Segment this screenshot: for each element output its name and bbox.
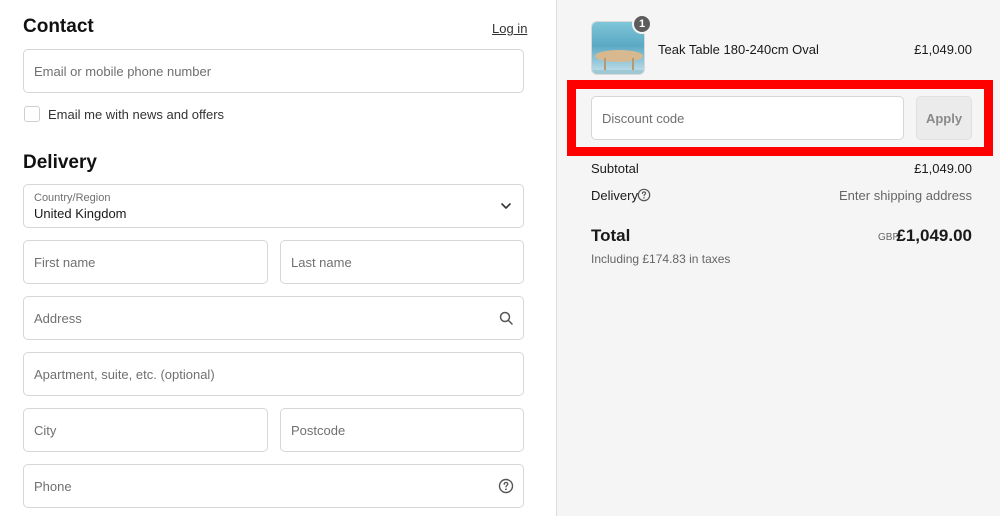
phone-placeholder: Phone [34,478,72,494]
delivery-label: Delivery [591,188,638,203]
last-name-field[interactable]: Last name [280,240,524,284]
email-field[interactable]: Email or mobile phone number [23,49,524,93]
total-value: £1,049.00 [896,226,972,245]
address-field[interactable]: Address [23,296,524,340]
delivery-value: Enter shipping address [839,188,972,203]
city-placeholder: City [34,422,57,438]
address-placeholder: Address [34,310,82,326]
postcode-placeholder: Postcode [291,422,346,438]
help-circle-icon[interactable] [498,478,514,494]
first-name-field[interactable]: First name [23,240,268,284]
product-price: £1,049.00 [914,42,972,57]
postcode-field[interactable]: Postcode [280,408,524,452]
country-label: Country/Region [34,191,111,204]
delivery-heading: Delivery [23,152,97,173]
chevron-down-icon [501,203,511,209]
product-name: Teak Table 180-240cm Oval [658,42,819,57]
search-icon [499,311,513,325]
newsletter-label: Email me with news and offers [48,107,225,122]
total-label: Total [591,226,631,245]
country-select[interactable]: Country/Region United Kingdom [23,184,524,228]
phone-field[interactable]: Phone [23,464,524,508]
city-field[interactable]: City [23,408,268,452]
highlight-box [567,80,993,156]
quantity-badge: 1 [632,14,652,34]
newsletter-checkbox[interactable] [24,106,40,122]
taxes-note: Including £174.83 in taxes [591,252,731,266]
contact-heading: Contact [23,16,94,37]
subtotal-label: Subtotal [591,161,639,176]
country-value: United Kingdom [34,205,127,221]
apartment-field[interactable]: Apartment, suite, etc. (optional) [23,352,524,396]
apartment-placeholder: Apartment, suite, etc. (optional) [34,366,215,382]
checkout-form-panel: Contact Log in Email or mobile phone num… [0,0,557,516]
login-link[interactable]: Log in [492,21,527,36]
email-placeholder: Email or mobile phone number [34,63,212,79]
last-name-placeholder: Last name [291,254,352,270]
subtotal-value: £1,049.00 [914,161,972,176]
first-name-placeholder: First name [34,254,96,270]
info-circle-icon[interactable] [637,188,651,202]
